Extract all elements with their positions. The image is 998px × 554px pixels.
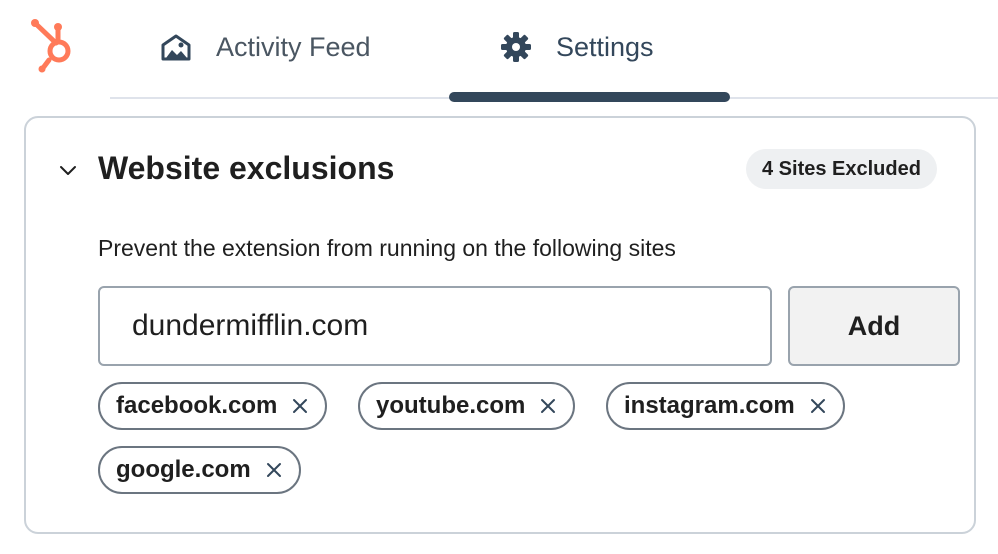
site-tag: youtube.com xyxy=(358,382,576,430)
chevron-down-icon[interactable] xyxy=(58,164,78,178)
site-tag: instagram.com xyxy=(606,382,845,430)
site-tag: facebook.com xyxy=(98,382,328,430)
site-tag-label: youtube.com xyxy=(376,392,526,419)
close-icon[interactable] xyxy=(539,397,557,415)
header: Activity Feed Settings xyxy=(0,0,998,102)
activity-feed-icon xyxy=(160,31,192,63)
section-description: Prevent the extension from running on th… xyxy=(98,235,676,261)
tab-activity-feed[interactable]: Activity Feed xyxy=(160,24,371,70)
extension-settings-app: Activity Feed Settings Website exclusion… xyxy=(0,0,998,554)
site-tag-label: instagram.com xyxy=(624,392,795,419)
section-title: Website exclusions xyxy=(98,150,395,186)
hubspot-logo-icon xyxy=(28,18,82,74)
tab-settings[interactable]: Settings xyxy=(500,24,654,70)
site-tag: google.com xyxy=(98,446,301,494)
site-tag-label: facebook.com xyxy=(116,392,278,419)
site-tag-label: google.com xyxy=(116,456,251,483)
close-icon[interactable] xyxy=(809,397,827,415)
website-exclusions-card: Website exclusions 4 Sites Excluded Prev… xyxy=(24,116,976,534)
tab-label: Settings xyxy=(556,31,654,62)
close-icon[interactable] xyxy=(265,461,283,479)
gear-icon xyxy=(500,31,532,63)
close-icon[interactable] xyxy=(291,397,309,415)
sites-excluded-badge: 4 Sites Excluded xyxy=(746,149,937,189)
tab-label: Activity Feed xyxy=(216,31,371,62)
site-input[interactable] xyxy=(98,286,772,366)
active-tab-indicator xyxy=(449,92,730,102)
add-button[interactable]: Add xyxy=(788,286,960,366)
